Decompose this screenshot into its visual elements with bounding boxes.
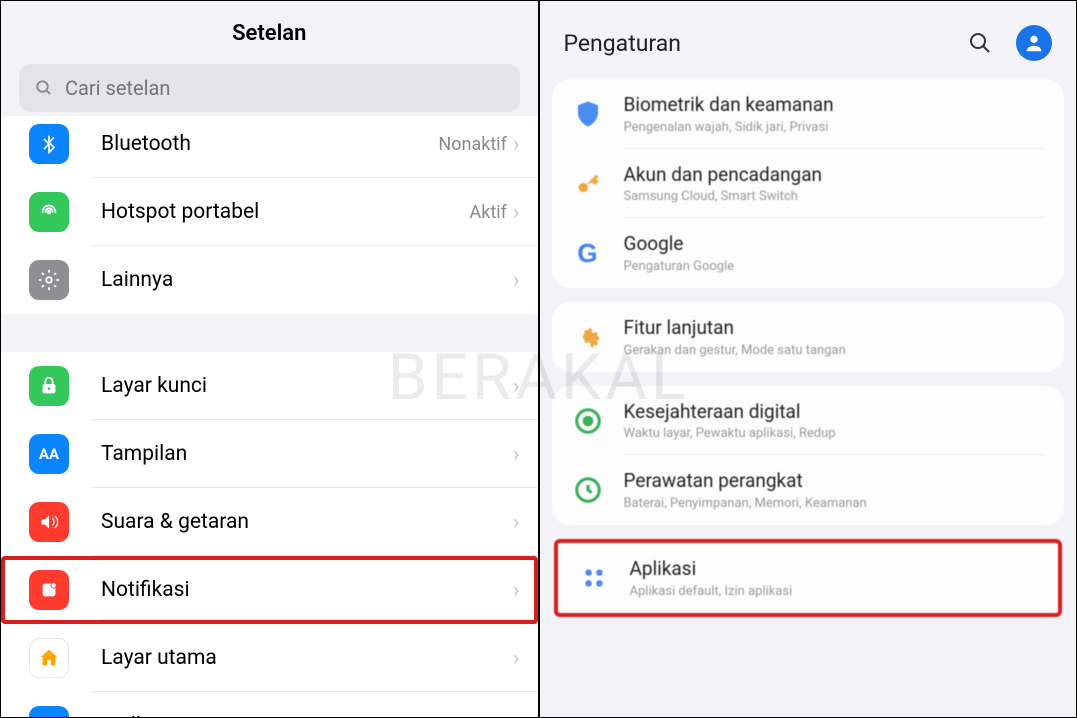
row-notifications[interactable]: Notifikasi › (1, 556, 538, 624)
row-label: Bluetooth (101, 132, 438, 156)
apps-icon (576, 560, 612, 596)
row-label: Hotspot portabel (101, 200, 470, 224)
header-actions (968, 25, 1052, 61)
row-label: Kesejahteraan digital (624, 400, 1047, 425)
row-label: Wallpaper (101, 714, 513, 718)
display-icon: AA (29, 434, 69, 474)
chevron-right-icon: › (513, 268, 520, 293)
row-description: Gerakan dan gestur, Mode satu tangan (624, 343, 1047, 358)
row-accounts[interactable]: Akun dan pencadangan Samsung Cloud, Smar… (552, 149, 1065, 219)
devicecare-icon (570, 472, 606, 508)
notification-icon (29, 570, 69, 610)
right-content: Biometrik dan keamanan Pengenalan wajah,… (540, 79, 1077, 617)
row-description: Samsung Cloud, Smart Switch (624, 189, 1047, 204)
chevron-right-icon: › (513, 200, 520, 225)
chevron-right-icon: › (513, 132, 520, 157)
home-icon (29, 638, 69, 678)
key-icon (570, 166, 606, 202)
row-hotspot[interactable]: Hotspot portabel Aktif › (1, 178, 538, 246)
search-icon[interactable] (968, 31, 992, 55)
page-title: Setelan (1, 21, 538, 46)
row-status: Nonaktif (438, 134, 506, 155)
row-text: Kesejahteraan digital Waktu layar, Pewak… (624, 400, 1047, 442)
left-panel: Setelan Bluetooth Nonaktif › Hotspot por… (0, 0, 539, 718)
left-header: Setelan (1, 1, 538, 56)
chevron-right-icon: › (513, 442, 520, 467)
google-icon: G (570, 235, 606, 271)
row-description: Waktu layar, Pewaktu aplikasi, Redup (624, 426, 1047, 441)
row-text: Perawatan perangkat Baterai, Penyimpanan… (624, 469, 1047, 511)
lock-icon (29, 366, 69, 406)
hotspot-icon (29, 192, 69, 232)
row-label: Suara & getaran (101, 510, 513, 534)
row-advanced[interactable]: Fitur lanjutan Gerakan dan gestur, Mode … (552, 302, 1065, 372)
chevron-right-icon: › (513, 578, 520, 603)
sound-icon (29, 502, 69, 542)
right-header: Pengaturan (540, 1, 1077, 79)
gear-icon (29, 260, 69, 300)
wellbeing-icon (570, 403, 606, 439)
row-description: Pengaturan Google (624, 259, 1047, 274)
settings-group: Kesejahteraan digital Waktu layar, Pewak… (552, 386, 1065, 525)
settings-section-1: Bluetooth Nonaktif › Hotspot portabel Ak… (1, 116, 538, 314)
search-icon (35, 79, 53, 97)
settings-section-2: Layar kunci › AA Tampilan › Suara & geta… (1, 352, 538, 718)
row-sound[interactable]: Suara & getaran › (1, 488, 538, 556)
row-label: Akun dan pencadangan (624, 163, 1047, 188)
row-bluetooth[interactable]: Bluetooth Nonaktif › (1, 116, 538, 178)
row-text: Akun dan pencadangan Samsung Cloud, Smar… (624, 163, 1047, 205)
row-google[interactable]: G Google Pengaturan Google (552, 218, 1065, 288)
right-panel: Pengaturan Biometrik dan keamanan Pengen… (539, 0, 1077, 718)
row-wellbeing[interactable]: Kesejahteraan digital Waktu layar, Pewak… (552, 386, 1065, 456)
row-biometrics[interactable]: Biometrik dan keamanan Pengenalan wajah,… (552, 79, 1065, 149)
row-text: Google Pengaturan Google (624, 232, 1047, 274)
search-bar[interactable] (19, 64, 520, 112)
row-description: Aplikasi default, Izin aplikasi (630, 584, 1041, 599)
row-label: Notifikasi (101, 578, 513, 602)
chevron-right-icon: › (513, 374, 520, 399)
row-label: Fitur lanjutan (624, 316, 1047, 341)
row-label: Aplikasi (630, 557, 1041, 582)
row-text: Fitur lanjutan Gerakan dan gestur, Mode … (624, 316, 1047, 358)
gear-icon (570, 319, 606, 355)
row-status: Aktif (470, 202, 507, 223)
wallpaper-icon (29, 706, 69, 718)
row-description: Pengenalan wajah, Sidik jari, Privasi (624, 120, 1047, 135)
row-label: Google (624, 232, 1047, 257)
row-wallpaper[interactable]: Wallpaper › (1, 692, 538, 718)
search-input[interactable] (65, 76, 504, 100)
row-label: Tampilan (101, 442, 513, 466)
row-label: Layar utama (101, 646, 513, 670)
row-label: Perawatan perangkat (624, 469, 1047, 494)
row-text: Biometrik dan keamanan Pengenalan wajah,… (624, 93, 1047, 135)
settings-group-apps: Aplikasi Aplikasi default, Izin aplikasi (554, 539, 1063, 617)
row-label: Biometrik dan keamanan (624, 93, 1047, 118)
row-description: Baterai, Penyimpanan, Memori, Keamanan (624, 496, 1047, 511)
shield-icon (570, 96, 606, 132)
page-title: Pengaturan (564, 30, 681, 57)
row-homescreen[interactable]: Layar utama › (1, 624, 538, 692)
settings-group: Fitur lanjutan Gerakan dan gestur, Mode … (552, 302, 1065, 372)
bluetooth-icon (29, 124, 69, 164)
settings-group: Biometrik dan keamanan Pengenalan wajah,… (552, 79, 1065, 288)
profile-avatar[interactable] (1016, 25, 1052, 61)
row-label: Layar kunci (101, 374, 513, 398)
row-text: Aplikasi Aplikasi default, Izin aplikasi (630, 557, 1041, 599)
chevron-right-icon: › (513, 510, 520, 535)
row-label: Lainnya (101, 268, 513, 292)
row-apps[interactable]: Aplikasi Aplikasi default, Izin aplikasi (558, 543, 1059, 613)
row-more[interactable]: Lainnya › (1, 246, 538, 314)
row-display[interactable]: AA Tampilan › (1, 420, 538, 488)
row-lockscreen[interactable]: Layar kunci › (1, 352, 538, 420)
chevron-right-icon: › (513, 714, 520, 718)
row-devicecare[interactable]: Perawatan perangkat Baterai, Penyimpanan… (552, 455, 1065, 525)
chevron-right-icon: › (513, 646, 520, 671)
